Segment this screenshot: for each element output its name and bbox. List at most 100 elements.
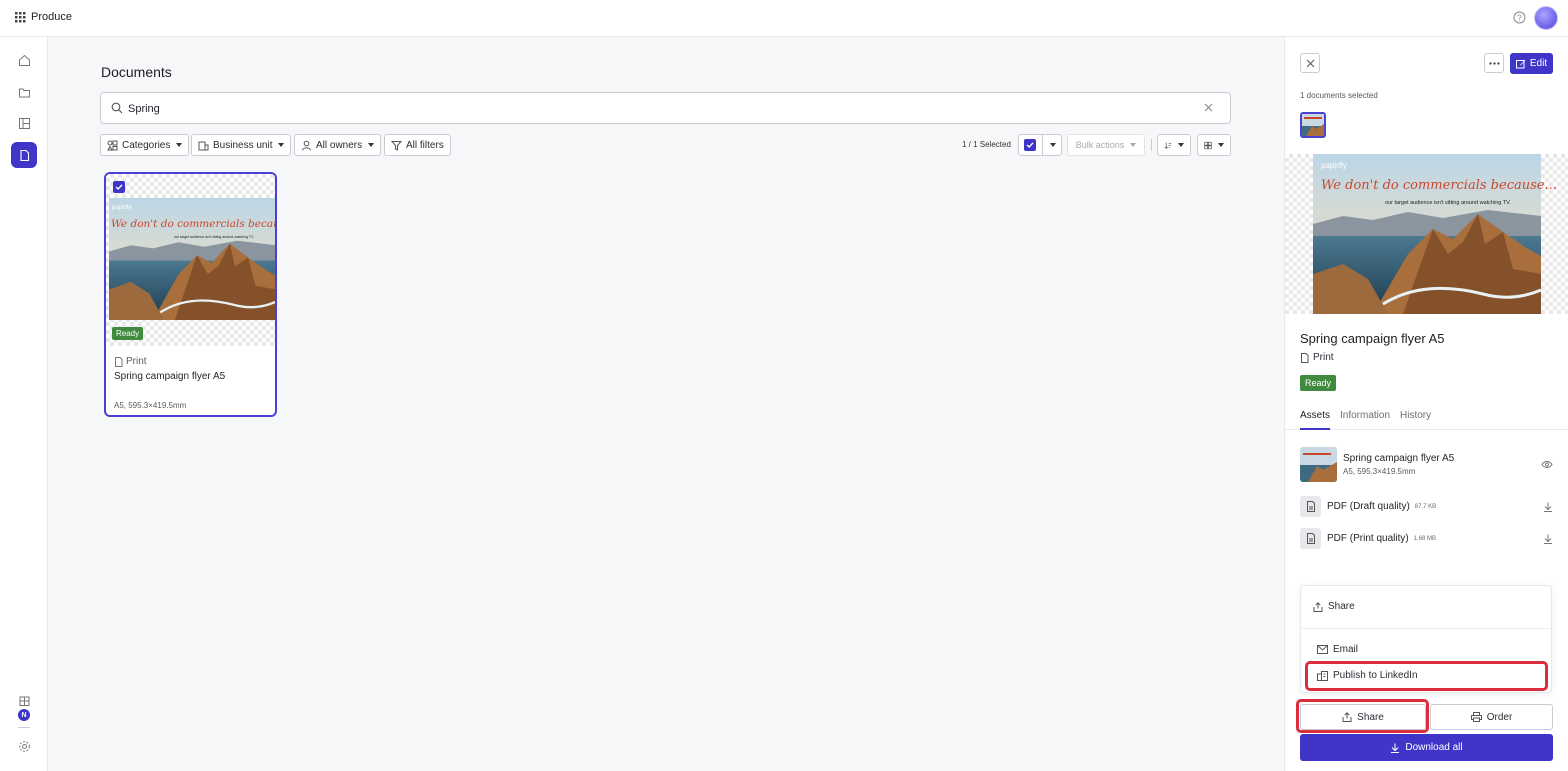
select-all-checkbox[interactable]: [1024, 139, 1036, 151]
sidebar-divider: [18, 727, 30, 728]
sidebar-item-folders[interactable]: [11, 79, 37, 105]
document-thumbnail: papirfly We don't do commercials because…: [106, 174, 275, 346]
document-card[interactable]: papirfly We don't do commercials because…: [104, 172, 277, 417]
asset-thumb-image: [1300, 447, 1337, 482]
sidebar-item-templates[interactable]: [11, 110, 37, 136]
sidebar-item-documents[interactable]: [11, 142, 37, 168]
download-icon[interactable]: [1543, 534, 1553, 544]
pdf-file-icon: [1306, 501, 1315, 512]
asset-row-pdf-draft[interactable]: PDF (Draft quality) 87.7 KB: [1300, 496, 1553, 517]
print-document-icon: [1301, 352, 1309, 363]
chevron-down-icon: [1130, 143, 1137, 147]
categories-icon: [107, 140, 118, 150]
business-unit-filter[interactable]: Business unit: [191, 134, 292, 156]
download-icon[interactable]: [1543, 502, 1553, 512]
categories-filter[interactable]: Categories: [100, 134, 190, 156]
document-preview: papirfly We don't do commercials because…: [1285, 154, 1568, 314]
asset-name: Spring campaign flyer A5: [1343, 453, 1455, 464]
page-title: Documents: [101, 64, 172, 80]
asset-name: PDF (Draft quality): [1327, 501, 1410, 512]
business-unit-filter-label: Business unit: [213, 139, 273, 151]
selected-count-text: 1 documents selected: [1300, 91, 1378, 100]
sidebar: N: [0, 37, 48, 771]
chevron-down-icon[interactable]: [1050, 143, 1056, 147]
close-panel-button[interactable]: [1300, 53, 1320, 73]
preview-subline: our target audience isn't sitting around…: [1385, 200, 1511, 206]
owners-filter[interactable]: All owners: [294, 134, 382, 156]
sidebar-item-settings[interactable]: [11, 733, 37, 759]
owners-filter-label: All owners: [316, 139, 363, 151]
preview-brand: papirfly: [1321, 161, 1347, 170]
building-icon: [19, 696, 29, 706]
menu-item-email[interactable]: Email: [1317, 644, 1358, 655]
sidebar-item-home[interactable]: [11, 47, 37, 73]
asset-row-pdf-print[interactable]: PDF (Print quality) 1.68 MB: [1300, 528, 1553, 549]
asset-dimensions: A5, 595.3×419.5mm: [1343, 467, 1416, 476]
search-icon: [111, 102, 123, 114]
share-menu-header: Share: [1313, 601, 1355, 612]
document-type-label: Print: [1313, 352, 1334, 363]
help-icon[interactable]: ?: [1513, 11, 1526, 24]
share-menu-header-label: Share: [1328, 601, 1355, 612]
tab-history[interactable]: History: [1400, 410, 1431, 430]
preview-headline: We don't do commercials because...: [1321, 178, 1557, 193]
card-type-label: Print: [126, 356, 147, 367]
top-bar: Produce ?: [0, 0, 1568, 37]
filter-icon: [391, 140, 402, 151]
status-badge: Ready: [112, 327, 144, 340]
sort-icon: [1164, 142, 1172, 149]
eye-icon[interactable]: [1541, 460, 1553, 469]
view-toggle-button[interactable]: [1197, 134, 1231, 156]
share-icon: [1313, 601, 1323, 612]
chevron-down-icon: [368, 143, 375, 147]
close-icon: [1306, 59, 1314, 67]
email-icon: [1317, 645, 1328, 654]
search-bar: [100, 92, 1231, 124]
categories-filter-label: Categories: [122, 139, 171, 151]
selected-thumbnail[interactable]: [1300, 112, 1326, 138]
flyer-headline: We don't do commercials because...: [111, 218, 277, 230]
pdf-file-icon-box: [1300, 528, 1321, 549]
printer-icon: [1470, 712, 1482, 722]
all-filters-button[interactable]: All filters: [384, 134, 451, 156]
details-panel: Edit 1 documents selected papirfly We do…: [1284, 37, 1568, 771]
asset-row-document[interactable]: Spring campaign flyer A5 A5, 595.3×419.5…: [1300, 447, 1553, 482]
split-divider: [1042, 135, 1043, 155]
edit-icon: [1515, 59, 1526, 68]
download-all-label: Download all: [1405, 742, 1463, 753]
mini-preview-image: [1302, 114, 1324, 136]
pdf-file-icon-box: [1300, 496, 1321, 517]
search-input[interactable]: [128, 99, 1188, 119]
file-size: 1.68 MB: [1413, 535, 1437, 542]
bulk-actions-button[interactable]: Bulk actions: [1067, 134, 1145, 156]
notification-badge: N: [18, 709, 30, 721]
grid-view-icon: [1204, 141, 1212, 149]
app-name: Produce: [31, 11, 72, 23]
order-button[interactable]: Order: [1430, 704, 1553, 730]
file-size: 87.7 KB: [1414, 503, 1437, 510]
home-icon: [18, 54, 30, 66]
highlight-share-button: [1296, 699, 1429, 733]
asset-name: PDF (Print quality): [1327, 533, 1409, 544]
download-all-button[interactable]: Download all: [1300, 734, 1553, 761]
all-filters-label: All filters: [406, 139, 444, 151]
edit-button-label: Edit: [1529, 58, 1548, 69]
checkmark-icon: [1026, 142, 1034, 148]
card-checkbox[interactable]: [113, 181, 125, 193]
clear-search-icon[interactable]: [1203, 102, 1214, 113]
flyer-brand: papirfly: [112, 205, 132, 211]
select-all-toggle[interactable]: [1018, 134, 1062, 156]
more-options-button[interactable]: [1484, 53, 1504, 73]
tab-assets[interactable]: Assets: [1300, 410, 1331, 430]
document-icon: [19, 149, 29, 161]
card-type: Print: [114, 356, 147, 367]
tab-information[interactable]: Information: [1340, 410, 1390, 430]
app-launcher[interactable]: Produce: [15, 11, 72, 23]
card-title: Spring campaign flyer A5: [114, 371, 226, 382]
user-avatar[interactable]: [1534, 6, 1558, 30]
edit-button[interactable]: Edit: [1510, 53, 1553, 74]
sort-button[interactable]: [1157, 134, 1191, 156]
bulk-actions-label: Bulk actions: [1075, 140, 1125, 150]
flyer-preview-image: [109, 198, 275, 320]
owner-icon: [302, 140, 311, 151]
